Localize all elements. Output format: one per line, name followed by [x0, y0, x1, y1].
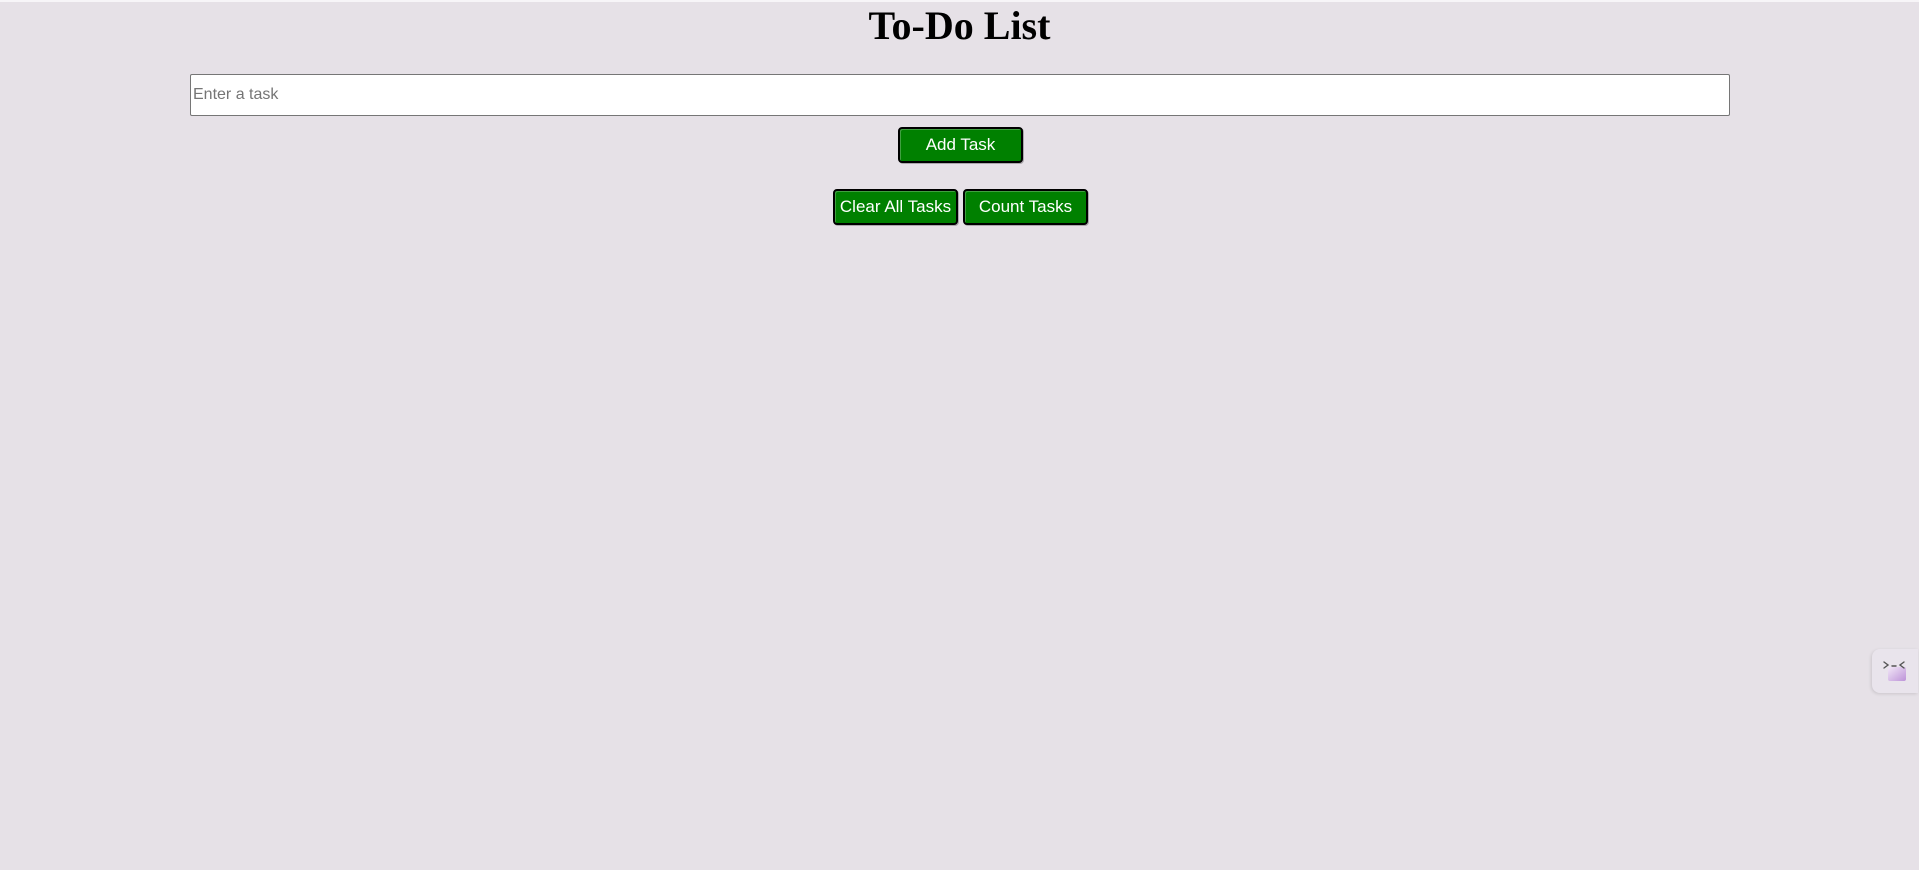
assistant-widget[interactable] [1872, 649, 1918, 693]
page-title: To-Do List [868, 3, 1051, 48]
add-task-button[interactable]: Add Task [898, 127, 1023, 163]
task-input[interactable] [190, 74, 1730, 116]
assistant-face-icon [1883, 661, 1906, 681]
count-tasks-button[interactable]: Count Tasks [963, 189, 1088, 225]
clear-all-tasks-button[interactable]: Clear All Tasks [833, 189, 958, 225]
